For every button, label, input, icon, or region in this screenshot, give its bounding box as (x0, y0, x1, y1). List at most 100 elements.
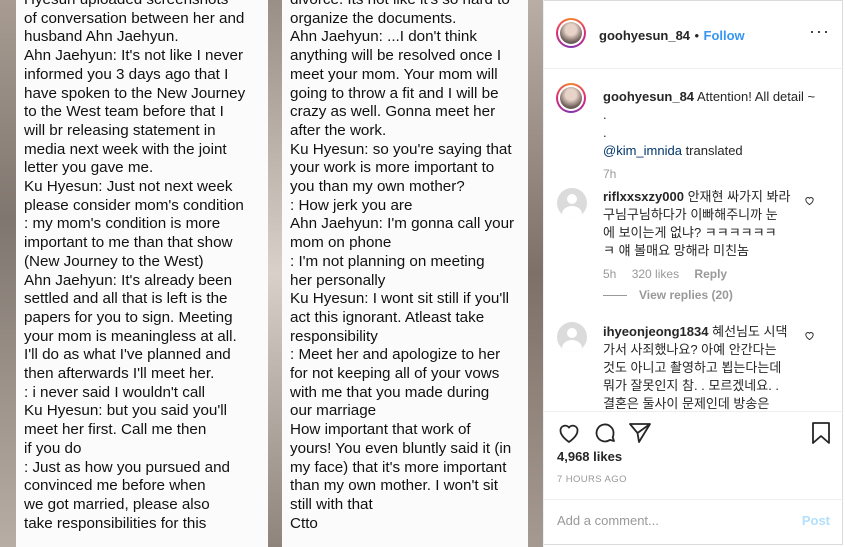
text-line: you than my own mother? (290, 178, 465, 196)
text-line: informed you 3 days ago that I (24, 65, 229, 83)
caption-text: Attention! All detail ~ (696, 89, 816, 104)
post-image[interactable]: Hyesun uploaded screenshotsof conversati… (0, 0, 543, 547)
text-line: anything will be resolved once I (290, 47, 502, 65)
text-line: to the West team before that I (24, 103, 224, 121)
add-comment-bar: Add a comment... Post (544, 499, 844, 547)
comment-text-line-4: ㅋ 얘 볼매요 망해라 미친놈 (603, 243, 750, 258)
caption-time: 7h (603, 167, 617, 181)
view-replies-rule (603, 295, 627, 297)
text-line: Ku Hyesun: I wont sit still if you'll (290, 290, 509, 308)
follow-button[interactable]: Follow (704, 28, 745, 43)
text-line: we got married, please also (24, 495, 210, 513)
text-line: convinced me before when (24, 477, 206, 495)
text-line: : Just as how you pursued and (24, 458, 231, 476)
text-line: media next week with the joint (24, 140, 227, 158)
text-line: please consider mom's condition (24, 196, 244, 214)
text-line: divorce. Its not like it's so hard to (290, 0, 524, 10)
text-line: : i never said I wouldn't call (24, 383, 206, 401)
text-line: organize the documents. (290, 9, 457, 27)
text-line: your mom is meaningless at all. (24, 327, 237, 345)
caption-dot-1: . (603, 107, 607, 122)
text-line: Ctto (290, 514, 318, 532)
text-line: have spoken to the New Journey (24, 84, 246, 102)
photo-background-right (528, 0, 543, 547)
left-text-page: Hyesun uploaded screenshotsof conversati… (16, 0, 268, 547)
text-line: : I'm not planning on meeting (290, 252, 485, 270)
comment-text-line-3: 것도 아니고 촬영하고 뵙는다는데 (603, 360, 782, 375)
caption-translated-text: translated (681, 143, 743, 158)
text-line: Ahn Jaehyun: It's not like I never (24, 47, 244, 65)
bookmark-icon[interactable] (810, 421, 832, 450)
text-line: going to throw a fit and I will be (290, 84, 499, 102)
text-line: meet your mom. Your mom will (290, 65, 498, 83)
text-line: act this ignorant. Atleast take (290, 308, 485, 326)
text-line: Ahn Jaehyun: I'm gonna call your (290, 215, 515, 233)
header-separator: • (694, 28, 700, 43)
text-line: if you do (24, 439, 82, 457)
text-line: with me that you made during (290, 383, 490, 401)
text-line: then afterwards I'll meet her. (24, 365, 215, 383)
comment-time: 5h (603, 267, 617, 281)
text-line: (New Journey to the West) (24, 252, 204, 270)
text-line: : Meet her and apologize to her (290, 346, 501, 364)
comment-text-line-2: 가서 사죄했나요? 아예 안간다는 (603, 342, 777, 357)
post-timestamp: 7 HOURS AGO (557, 474, 627, 485)
likes-count[interactable]: 4,968 likes (557, 449, 622, 464)
text-line: meet her first. Call me then (24, 421, 207, 439)
caption-username[interactable]: goohyesun_84 (603, 89, 694, 104)
text-line: Ahn Jaehyun: It's already been (24, 271, 233, 289)
text-line: Ku Hyesun: so you're saying that (290, 140, 512, 158)
comment-bubble-icon[interactable] (593, 421, 617, 450)
text-line: Ahn Jaehyun: ...I don't think (290, 28, 477, 46)
text-line: mom on phone (290, 234, 392, 252)
caption-avatar[interactable] (556, 83, 586, 113)
text-line: How important that work of (290, 421, 471, 439)
ellipsis-icon[interactable]: ··· (809, 22, 830, 40)
comment-text-line-2: 구님구님하다가 이빠해주니까 눈 (603, 207, 778, 222)
text-line: husband Ahn Jaehyun. (24, 28, 179, 46)
comment-text-line-1: 혜선님도 시댁 (712, 324, 788, 339)
comment-text-line-3: 에 보이는게 없냐? ㅋㅋㅋㅋㅋㅋ (603, 225, 777, 240)
commenter-avatar[interactable] (557, 322, 587, 352)
header-username[interactable]: goohyesun_84 (599, 28, 690, 43)
post-side-panel: goohyesun_84 • Follow ··· goohyesun_84 A… (543, 0, 844, 547)
text-line: your work is more important to (290, 159, 495, 177)
heart-icon[interactable] (557, 421, 581, 450)
text-line: will br releasing statement in (24, 121, 216, 139)
post-comment-button[interactable]: Post (802, 513, 830, 528)
text-line: papers for you to sign. Meeting (24, 308, 233, 326)
view-replies-button[interactable]: View replies (20) (639, 288, 733, 302)
commenter-avatar[interactable] (557, 188, 587, 218)
add-comment-input[interactable]: Add a comment... (557, 513, 659, 528)
text-line: than my own mother. I won't sit (290, 477, 499, 495)
caption-dot-2: . (603, 125, 607, 140)
text-line: Hyesun uploaded screenshots (24, 0, 264, 10)
text-line: for not keeping all of your vows (290, 365, 500, 383)
text-line: of conversation between her and (24, 9, 245, 27)
caption-mention-link[interactable]: @kim_imnida (603, 143, 682, 158)
comment-reply-button[interactable]: Reply (694, 267, 727, 281)
text-line: her personally (290, 271, 386, 289)
share-icon[interactable] (628, 421, 652, 450)
text-line: yours! You even bluntly said it (in (290, 439, 512, 457)
comment-text-line-4: 뭐가 잘못인지 참. . 모르겠네요. . (603, 378, 780, 393)
post-actions: 4,968 likes 7 HOURS AGO Add a comment...… (544, 411, 844, 546)
post-header: goohyesun_84 • Follow ··· (544, 0, 844, 69)
comment-like-heart-icon[interactable] (804, 330, 815, 344)
text-line: Ku Hyesun: but you said you'll (24, 402, 227, 420)
comment-text-line-1: 안재현 싸가지 봐라 (687, 189, 791, 204)
text-line: crazy as well. Gonna meet her (290, 103, 496, 121)
text-line: important to me than that show (24, 234, 233, 252)
photo-background-left (0, 0, 16, 547)
comment-text-line-5: 결혼은 둘사이 문제인데 방송은 (603, 396, 770, 411)
right-text-page: divorce. Its not like it's so hard toorg… (282, 0, 528, 547)
comment-like-heart-icon[interactable] (804, 195, 815, 209)
comment-username[interactable]: riflxxsxzy000 (603, 189, 684, 204)
text-line: still with that (290, 495, 373, 513)
photo-background-middle (268, 0, 282, 547)
text-line: I'll do as what I've planned and (24, 346, 231, 364)
comment-username[interactable]: ihyeonjeong1834 (603, 324, 708, 339)
text-line: after the work. (290, 121, 387, 139)
comment-like-count[interactable]: 320 likes (632, 267, 679, 281)
author-avatar[interactable] (556, 18, 586, 48)
